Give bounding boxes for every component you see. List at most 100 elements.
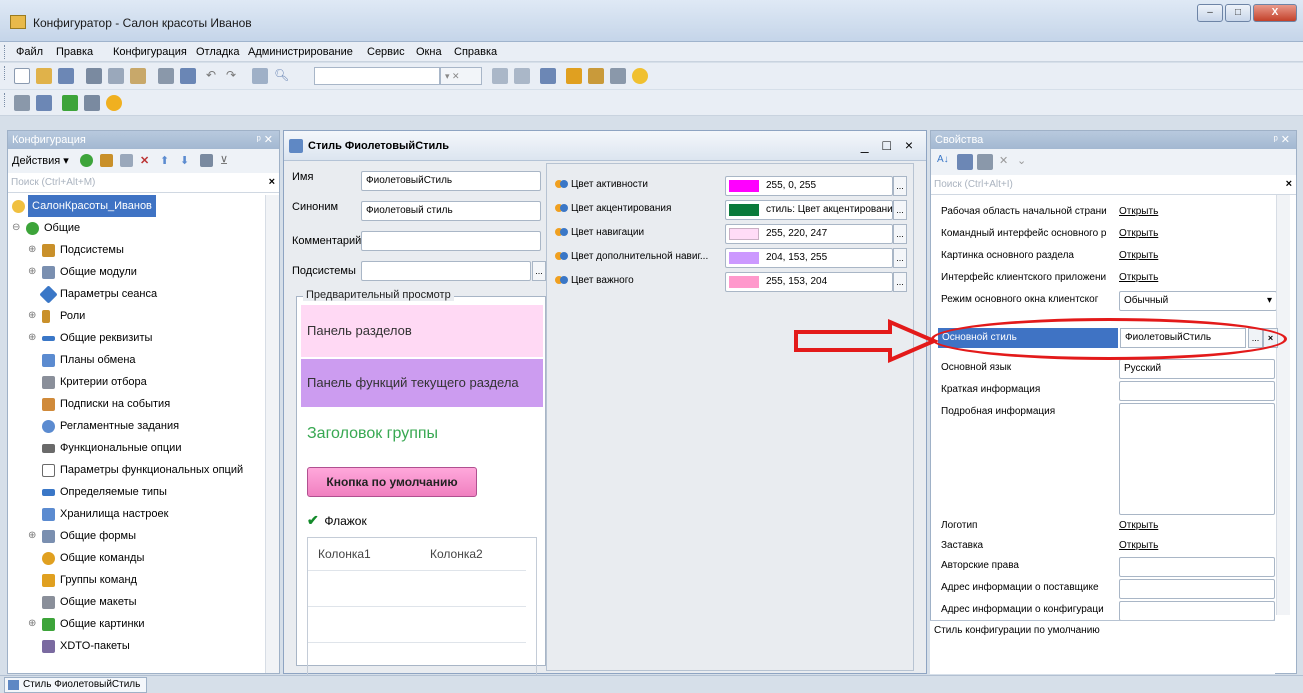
config-compare-icon[interactable]: [36, 95, 52, 111]
open-icon[interactable]: [36, 68, 52, 84]
color-select-button[interactable]: ...: [893, 272, 907, 292]
color-select-button[interactable]: ...: [893, 248, 907, 268]
paste-icon[interactable]: [130, 68, 146, 84]
color-select-button[interactable]: ...: [893, 224, 907, 244]
add-icon[interactable]: [80, 154, 93, 167]
update-db-icon[interactable]: [62, 95, 78, 111]
color-select-button[interactable]: ...: [893, 176, 907, 196]
search-icon[interactable]: 🔍︎: [274, 68, 290, 84]
detailed-info-row[interactable]: Подробная информация: [941, 403, 1281, 515]
minimize-button[interactable]: –: [1197, 4, 1223, 22]
brief-info-row[interactable]: Краткая информация: [941, 381, 1281, 401]
menu-file[interactable]: Файл: [16, 46, 43, 58]
undo-icon[interactable]: ↶: [206, 68, 222, 84]
maximize-button[interactable]: □: [1225, 4, 1251, 22]
panel-pin-close-icon[interactable]: ᵖ ✕: [257, 131, 273, 149]
color-row-extra-navigation[interactable]: Цвет дополнительной навиг... 204, 153, 2…: [555, 248, 907, 268]
open-link[interactable]: Открыть: [1119, 272, 1158, 283]
search-options-dropdown[interactable]: ▾ ✕: [440, 67, 482, 85]
subsystems-field[interactable]: [361, 261, 531, 281]
categorized-icon[interactable]: [957, 154, 973, 170]
open-link[interactable]: Открыть: [1119, 206, 1158, 217]
comment-field[interactable]: [361, 231, 541, 251]
copyright-row[interactable]: Авторские права: [941, 557, 1281, 577]
menu-help[interactable]: Справка: [454, 46, 497, 58]
properties-scrollbar[interactable]: [1276, 195, 1290, 615]
copy-icon[interactable]: [108, 68, 124, 84]
color-value-field[interactable]: 204, 153, 255: [725, 248, 893, 268]
color-row-navigation[interactable]: Цвет навигации 255, 220, 247 ...: [555, 224, 907, 244]
menu-windows[interactable]: Окна: [416, 46, 442, 58]
sort-icon[interactable]: [200, 154, 213, 167]
actions-menu[interactable]: Действия ▾: [12, 154, 69, 167]
color-value-field[interactable]: 255, 153, 204: [725, 272, 893, 292]
preview-icon[interactable]: [180, 68, 196, 84]
save-icon[interactable]: [58, 68, 74, 84]
expand-icon[interactable]: ⊕: [28, 525, 40, 547]
move-up-icon[interactable]: ⬆: [160, 154, 173, 167]
synonym-field[interactable]: Фиолетовый стиль: [361, 201, 541, 221]
delete-icon[interactable]: ✕: [140, 154, 153, 167]
sort-alpha-icon[interactable]: A↓: [937, 154, 953, 170]
info-icon[interactable]: [632, 68, 648, 84]
find-icon[interactable]: [252, 68, 268, 84]
configuration-search[interactable]: Поиск (Ctrl+Alt+M) ×: [8, 173, 279, 193]
properties-view-icon[interactable]: [977, 154, 993, 170]
clear-search-icon[interactable]: ×: [1286, 178, 1292, 190]
color-value-field[interactable]: стиль: Цвет акцентирования: [725, 200, 893, 220]
color-select-button[interactable]: ...: [893, 200, 907, 220]
edit-icon[interactable]: [100, 154, 113, 167]
logo-row[interactable]: Логотип Открыть: [941, 517, 1281, 537]
menu-administration[interactable]: Администрирование: [248, 46, 353, 58]
table-icon[interactable]: [84, 95, 100, 111]
style-window-controls[interactable]: _ □ ×: [861, 137, 918, 153]
clear-icon[interactable]: ✕: [999, 154, 1015, 170]
open-link[interactable]: Открыть: [1119, 250, 1158, 261]
open-link[interactable]: Открыть: [1119, 228, 1158, 239]
clear-search-icon[interactable]: ×: [269, 176, 275, 188]
properties-search[interactable]: Поиск (Ctrl+Alt+I) ×: [931, 175, 1296, 195]
config-address-field[interactable]: [1119, 601, 1275, 621]
color-row-activity[interactable]: Цвет активности 255, 0, 255 ...: [555, 176, 907, 196]
dropdown-icon[interactable]: ⌄: [1017, 154, 1033, 170]
syntax-helper-icon[interactable]: [588, 68, 604, 84]
move-down-icon[interactable]: ⬇: [180, 154, 193, 167]
color-row-important[interactable]: Цвет важного 255, 153, 204 ...: [555, 272, 907, 292]
expand-icon[interactable]: ⊕: [28, 327, 40, 349]
find-next-icon[interactable]: [492, 68, 508, 84]
panel-pin-close-icon[interactable]: ᵖ ✕: [1274, 131, 1290, 149]
main-language-row[interactable]: Основной язык Русский: [941, 359, 1281, 379]
open-link[interactable]: Открыть: [1119, 540, 1158, 551]
preview-checkbox[interactable]: ✔ Флажок: [307, 513, 367, 528]
window-tab-style[interactable]: Стиль ФиолетовыйСтиль: [4, 677, 148, 693]
detailed-info-field[interactable]: [1119, 403, 1275, 515]
color-value-field[interactable]: 255, 0, 255: [725, 176, 893, 196]
property-row[interactable]: Интерфейс клиентского приложени Открыть: [941, 269, 1281, 289]
collapse-icon[interactable]: ⊖: [12, 217, 24, 239]
config-address-row[interactable]: Адрес информации о конфигураци: [941, 601, 1281, 621]
subsystems-select-button[interactable]: ...: [532, 261, 546, 281]
new-icon[interactable]: [14, 68, 30, 84]
color-row-accent[interactable]: Цвет акцентирования стиль: Цвет акцентир…: [555, 200, 907, 220]
menu-configuration[interactable]: Конфигурация: [113, 46, 187, 58]
open-link[interactable]: Открыть: [1119, 520, 1158, 531]
expand-icon[interactable]: ⊕: [28, 613, 40, 635]
color-value-field[interactable]: 255, 220, 247: [725, 224, 893, 244]
assistant-icon[interactable]: [566, 68, 582, 84]
property-row[interactable]: Рабочая область начальной страни Открыть: [941, 203, 1281, 223]
filter-icon[interactable]: ⊻: [220, 154, 233, 167]
book-icon[interactable]: [610, 68, 626, 84]
vendor-address-row[interactable]: Адрес информации о поставщике: [941, 579, 1281, 599]
cut-icon[interactable]: [86, 68, 102, 84]
menu-debug[interactable]: Отладка: [196, 46, 239, 58]
name-field[interactable]: ФиолетовыйСтиль: [361, 171, 541, 191]
main-window-mode-select[interactable]: Обычный ▾: [1119, 291, 1277, 311]
expand-icon[interactable]: ⊕: [28, 261, 40, 283]
print-icon[interactable]: [158, 68, 174, 84]
window-icon[interactable]: [540, 68, 556, 84]
menu-service[interactable]: Сервис: [367, 46, 405, 58]
brief-info-field[interactable]: [1119, 381, 1275, 401]
expand-icon[interactable]: ⊕: [28, 239, 40, 261]
property-row[interactable]: Командный интерфейс основного р Открыть: [941, 225, 1281, 245]
copy-item-icon[interactable]: [120, 154, 133, 167]
